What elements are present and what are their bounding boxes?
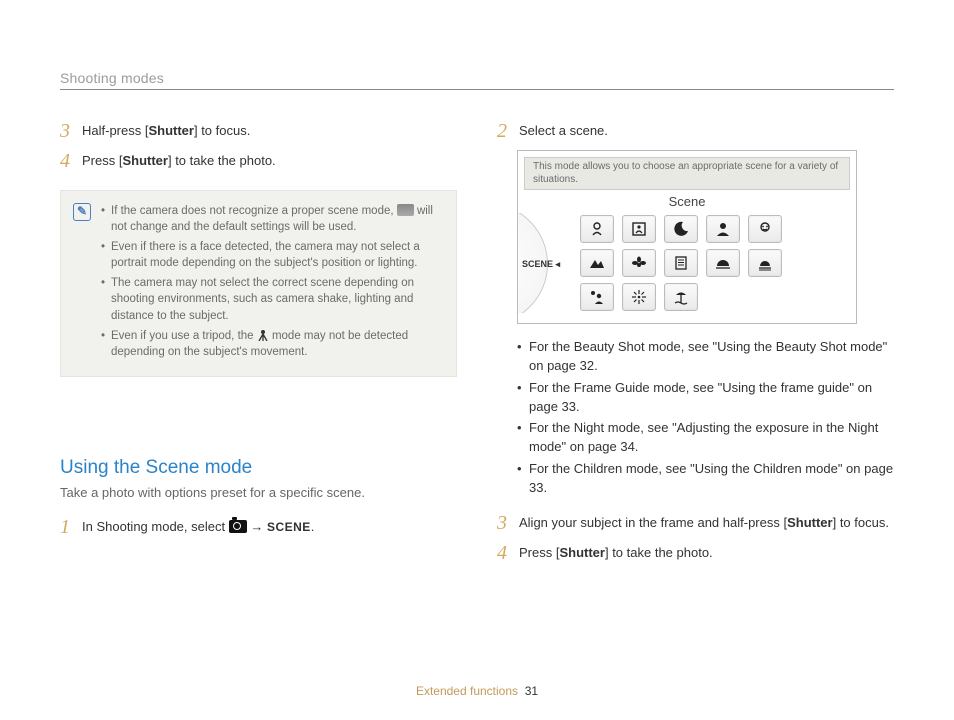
reference-list: For the Beauty Shot mode, see "Using the… bbox=[517, 338, 894, 498]
dial-and-grid: SCENE bbox=[518, 213, 856, 313]
portrait-icon bbox=[706, 215, 740, 243]
scene-word-icon: SCENE bbox=[267, 520, 311, 534]
step-2: 2 Select a scene. bbox=[497, 120, 894, 142]
page-number: 31 bbox=[525, 684, 538, 698]
ref-item: For the Beauty Shot mode, see "Using the… bbox=[517, 338, 894, 376]
landscape-icon bbox=[580, 249, 614, 277]
backlight-icon bbox=[580, 283, 614, 311]
note-item-2: Even if there is a face detected, the ca… bbox=[101, 239, 442, 271]
page-header: Shooting modes bbox=[60, 70, 894, 90]
beauty-shot-icon bbox=[580, 215, 614, 243]
step-4r-pre: Press [ bbox=[519, 545, 559, 560]
step-1-number: 1 bbox=[60, 516, 74, 538]
ref-item: For the Night mode, see "Adjusting the e… bbox=[517, 419, 894, 457]
step-4-post: ] to take the photo. bbox=[168, 153, 276, 168]
step-2-text: Select a scene. bbox=[519, 120, 608, 141]
step-4r-text: Press [Shutter] to take the photo. bbox=[519, 542, 713, 563]
section-subtitle: Take a photo with options preset for a s… bbox=[60, 485, 457, 500]
step-4-right: 4 Press [Shutter] to take the photo. bbox=[497, 542, 894, 564]
grid-row-2 bbox=[580, 249, 782, 277]
step-3: 3 Half-press [Shutter] to focus. bbox=[60, 120, 457, 142]
step-1a: In Shooting mode, select bbox=[82, 519, 229, 534]
scene-box-title: Scene bbox=[518, 194, 856, 209]
text-icon bbox=[664, 249, 698, 277]
camera-icon bbox=[229, 520, 247, 533]
tripod-icon bbox=[257, 329, 269, 341]
note-2a: Even if there is a face detected, the ca… bbox=[111, 241, 420, 269]
step-3-right: 3 Align your subject in the frame and ha… bbox=[497, 512, 894, 534]
footer-label: Extended functions bbox=[416, 684, 518, 698]
smart-icon bbox=[397, 204, 414, 216]
step-3-post: ] to focus. bbox=[194, 123, 250, 138]
left-column: 3 Half-press [Shutter] to focus. 4 Press… bbox=[60, 120, 457, 572]
grid-row-1 bbox=[580, 215, 782, 243]
sunset-icon bbox=[706, 249, 740, 277]
dial-label: SCENE bbox=[522, 259, 560, 270]
beach-snow-icon bbox=[664, 283, 698, 311]
step-4-pre: Press [ bbox=[82, 153, 122, 168]
note-list: If the camera does not recognize a prope… bbox=[101, 203, 442, 364]
note-1a: If the camera does not recognize a prope… bbox=[111, 205, 397, 217]
step-4-number: 4 bbox=[60, 150, 74, 172]
fireworks-icon bbox=[622, 283, 656, 311]
scene-tiles-grid bbox=[566, 215, 782, 311]
note-3a: The camera may not select the correct sc… bbox=[111, 277, 414, 321]
step-4-text: Press [Shutter] to take the photo. bbox=[82, 150, 276, 171]
children-icon bbox=[748, 215, 782, 243]
step-4-bold: Shutter bbox=[122, 153, 168, 168]
step-3-bold: Shutter bbox=[148, 123, 194, 138]
scene-selection-box: This mode allows you to choose an approp… bbox=[517, 150, 857, 324]
scene-caption: This mode allows you to choose an approp… bbox=[524, 157, 850, 190]
step-4: 4 Press [Shutter] to take the photo. bbox=[60, 150, 457, 172]
step-1c: . bbox=[311, 519, 315, 534]
ref-item: For the Frame Guide mode, see "Using the… bbox=[517, 379, 894, 417]
step-3r-pre: Align your subject in the frame and half… bbox=[519, 515, 787, 530]
dawn-icon bbox=[748, 249, 782, 277]
step-4r-post: ] to take the photo. bbox=[605, 545, 713, 560]
step-3-number: 3 bbox=[60, 120, 74, 142]
step-1: 1 In Shooting mode, select → SCENE. bbox=[60, 516, 457, 538]
step-3-pre: Half-press [ bbox=[82, 123, 148, 138]
note-item-4: Even if you use a tripod, the mode may n… bbox=[101, 328, 442, 360]
two-column-layout: 3 Half-press [Shutter] to focus. 4 Press… bbox=[60, 120, 894, 572]
note-item-3: The camera may not select the correct sc… bbox=[101, 275, 442, 323]
section-title: Using the Scene mode bbox=[60, 457, 457, 479]
step-3r-text: Align your subject in the frame and half… bbox=[519, 512, 889, 533]
note-item-1: If the camera does not recognize a prope… bbox=[101, 203, 442, 235]
step-2-number: 2 bbox=[497, 120, 511, 142]
note-4a: Even if you use a tripod, the bbox=[111, 330, 257, 342]
frame-guide-icon bbox=[622, 215, 656, 243]
footer: Extended functions 31 bbox=[0, 684, 954, 698]
night-icon bbox=[664, 215, 698, 243]
closeup-icon bbox=[622, 249, 656, 277]
right-column: 2 Select a scene. This mode allows you t… bbox=[497, 120, 894, 572]
step-1-text: In Shooting mode, select → SCENE. bbox=[82, 516, 314, 537]
ref-item: For the Children mode, see "Using the Ch… bbox=[517, 460, 894, 498]
step-1-arrow: → bbox=[247, 519, 267, 534]
mode-dial: SCENE bbox=[518, 213, 566, 313]
step-3-text: Half-press [Shutter] to focus. bbox=[82, 120, 250, 141]
step-3r-number: 3 bbox=[497, 512, 511, 534]
step-3r-bold: Shutter bbox=[787, 515, 833, 530]
step-4r-bold: Shutter bbox=[559, 545, 605, 560]
grid-row-3 bbox=[580, 283, 782, 311]
note-box: If the camera does not recognize a prope… bbox=[60, 190, 457, 377]
step-3r-post: ] to focus. bbox=[833, 515, 889, 530]
step-4r-number: 4 bbox=[497, 542, 511, 564]
note-icon bbox=[73, 203, 91, 221]
